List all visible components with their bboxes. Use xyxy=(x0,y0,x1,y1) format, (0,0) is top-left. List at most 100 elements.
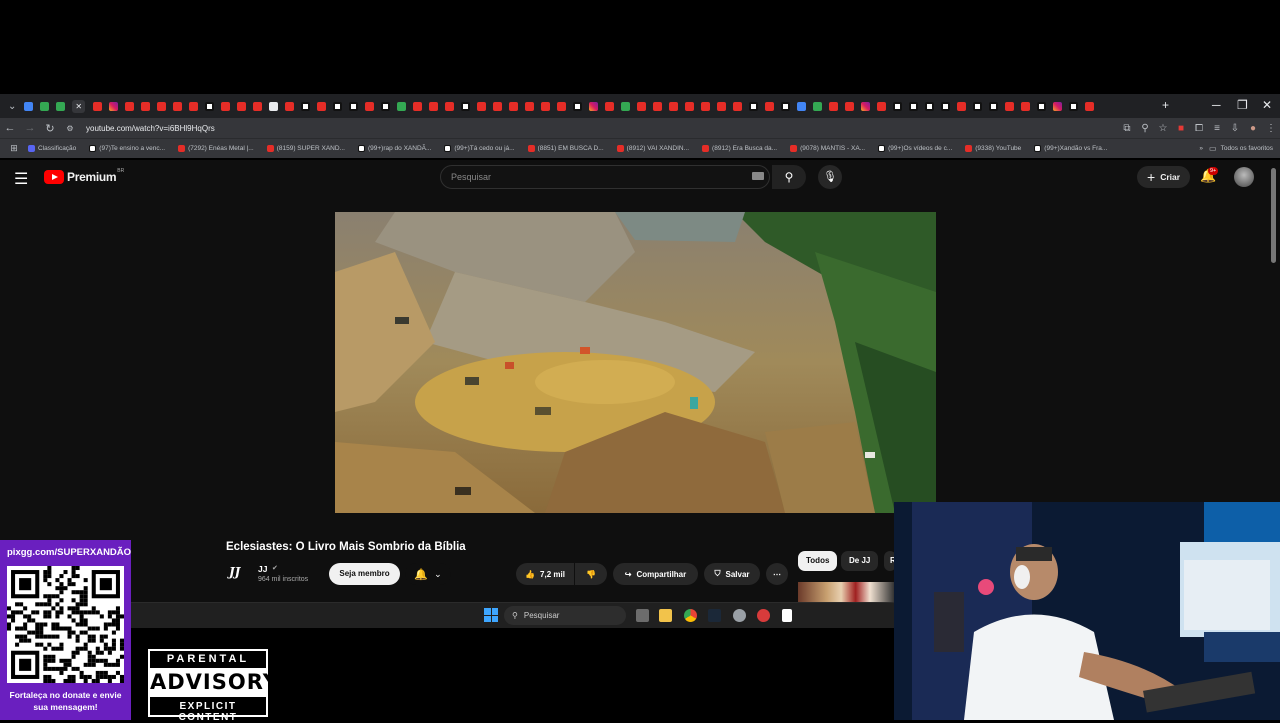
browser-tab[interactable] xyxy=(444,101,454,111)
install-app-icon[interactable]: ⧉ xyxy=(1118,123,1136,134)
browser-tab[interactable] xyxy=(668,101,678,111)
browser-tab[interactable] xyxy=(732,101,742,111)
bookmark-item[interactable]: (9078) MANTIS - XA... xyxy=(790,145,865,152)
browser-tab[interactable] xyxy=(252,101,262,111)
browser-tab[interactable] xyxy=(892,101,902,111)
apps-icon[interactable]: ⊞ xyxy=(8,143,20,154)
browser-tab[interactable] xyxy=(284,101,294,111)
bookmark-star-icon[interactable]: ☆ xyxy=(1154,123,1172,134)
browser-tab[interactable] xyxy=(220,101,230,111)
chrome-icon[interactable] xyxy=(684,609,697,622)
join-button[interactable]: Seja membro xyxy=(329,563,400,585)
bookmark-item[interactable]: (9338) YouTube xyxy=(965,145,1021,152)
browser-tab[interactable] xyxy=(300,101,310,111)
browser-tab[interactable] xyxy=(348,101,358,111)
extension-icon[interactable]: ■ xyxy=(1172,123,1190,134)
recommended-video-thumbnail[interactable] xyxy=(798,582,894,602)
browser-tab[interactable] xyxy=(572,101,582,111)
browser-tab[interactable] xyxy=(524,101,534,111)
minimize-icon[interactable]: ─ xyxy=(1212,98,1221,112)
download-icon[interactable]: ⇩ xyxy=(1226,123,1244,134)
browser-tab[interactable] xyxy=(108,101,118,111)
browser-tab[interactable] xyxy=(268,101,278,111)
zoom-icon[interactable]: ⚲ xyxy=(1136,123,1154,134)
browser-tab[interactable] xyxy=(396,101,406,111)
video-player[interactable] xyxy=(335,212,936,513)
new-tab-button[interactable]: + xyxy=(1162,98,1169,112)
bookmark-item[interactable]: (99+)Xandão vs Fra... xyxy=(1034,145,1107,152)
browser-tab[interactable] xyxy=(1036,101,1046,111)
bookmark-item[interactable]: (8851) EM BUSCA D... xyxy=(527,145,604,152)
account-avatar[interactable] xyxy=(1234,167,1254,187)
forward-icon[interactable]: → xyxy=(20,122,40,134)
browser-tab[interactable] xyxy=(940,101,950,111)
like-button[interactable]: 👍 7,2 mil xyxy=(516,563,574,585)
browser-tab[interactable] xyxy=(652,101,662,111)
browser-tab[interactable] xyxy=(1084,101,1094,111)
close-tab-icon[interactable]: ✕ xyxy=(72,99,86,113)
bookmark-item[interactable]: (99+)Tá cedo ou já... xyxy=(444,145,515,152)
browser-tab[interactable] xyxy=(636,101,646,111)
browser-tab[interactable] xyxy=(188,101,198,111)
browser-tab[interactable] xyxy=(508,101,518,111)
browser-tab[interactable] xyxy=(380,101,390,111)
browser-tab[interactable] xyxy=(316,101,326,111)
url-field[interactable]: youtube.com/watch?v=i6BHl9HqQrs xyxy=(86,124,215,133)
channel-name[interactable]: JJ xyxy=(258,564,267,574)
browser-tab[interactable] xyxy=(700,101,710,111)
browser-tab[interactable] xyxy=(780,101,790,111)
media-icon[interactable]: ≡ xyxy=(1208,123,1226,134)
browser-tab[interactable] xyxy=(924,101,934,111)
chip-from-channel[interactable]: De JJ xyxy=(841,551,879,571)
browser-tab[interactable] xyxy=(1068,101,1078,111)
tab-search-icon[interactable]: ⌄ xyxy=(8,101,16,112)
browser-tab[interactable] xyxy=(796,101,806,111)
youtube-premium-logo[interactable]: Premium BR xyxy=(44,168,124,184)
bookmark-item[interactable]: (99+)Os vídeos de c... xyxy=(878,145,952,152)
browser-tab[interactable] xyxy=(428,101,438,111)
search-input[interactable]: Pesquisar xyxy=(440,165,770,189)
search-button[interactable]: ⚲ xyxy=(772,165,806,189)
browser-tab[interactable] xyxy=(844,101,854,111)
keyboard-icon[interactable] xyxy=(752,172,764,180)
browser-tab[interactable] xyxy=(92,101,102,111)
browser-tab[interactable] xyxy=(364,101,374,111)
browser-tab[interactable] xyxy=(204,101,214,111)
browser-menu-icon[interactable]: ⋮ xyxy=(1262,123,1280,134)
browser-tab[interactable] xyxy=(332,101,342,111)
channel-avatar[interactable]: JJ xyxy=(229,565,249,581)
reload-icon[interactable]: ↻ xyxy=(40,122,60,135)
extensions-icon[interactable]: ⧠ xyxy=(1190,123,1208,134)
create-button[interactable]: + Criar xyxy=(1137,166,1191,188)
browser-tab[interactable] xyxy=(23,101,33,111)
bookmark-item[interactable]: (99+)rap do XANDÃ... xyxy=(357,145,431,152)
browser-tab[interactable] xyxy=(1020,101,1030,111)
browser-tab[interactable] xyxy=(620,101,630,111)
browser-tab[interactable] xyxy=(876,101,886,111)
close-window-icon[interactable]: ✕ xyxy=(1262,98,1272,112)
taskbar-search-input[interactable]: ⚲ Pesquisar xyxy=(504,606,626,625)
browser-tab[interactable] xyxy=(124,101,134,111)
subscription-notifications-button[interactable]: 🔔 ⌄ xyxy=(405,563,451,585)
browser-tab[interactable] xyxy=(460,101,470,111)
browser-tab[interactable] xyxy=(684,101,694,111)
browser-tab[interactable] xyxy=(860,101,870,111)
file-explorer-icon[interactable] xyxy=(659,609,672,622)
browser-tab[interactable] xyxy=(988,101,998,111)
chip-all[interactable]: Todos xyxy=(798,551,838,571)
browser-tab[interactable] xyxy=(956,101,966,111)
share-button[interactable]: ↪ Compartilhar xyxy=(613,563,698,585)
browser-tab[interactable] xyxy=(540,101,550,111)
browser-tab[interactable] xyxy=(972,101,982,111)
task-view-icon[interactable] xyxy=(636,609,649,622)
dislike-button[interactable]: 👎 xyxy=(575,563,607,585)
maximize-icon[interactable]: ❐ xyxy=(1237,98,1248,112)
browser-tab[interactable] xyxy=(748,101,758,111)
hamburger-menu-icon[interactable]: ☰ xyxy=(14,169,28,189)
bookmark-item[interactable]: (7292) Enéas Metal |... xyxy=(178,145,254,152)
browser-tab[interactable] xyxy=(156,101,166,111)
voice-search-button[interactable]: 🎙 xyxy=(818,165,842,189)
browser-tab[interactable] xyxy=(828,101,838,111)
browser-tab[interactable] xyxy=(812,101,822,111)
save-button[interactable]: ⛉ Salvar xyxy=(704,563,760,585)
